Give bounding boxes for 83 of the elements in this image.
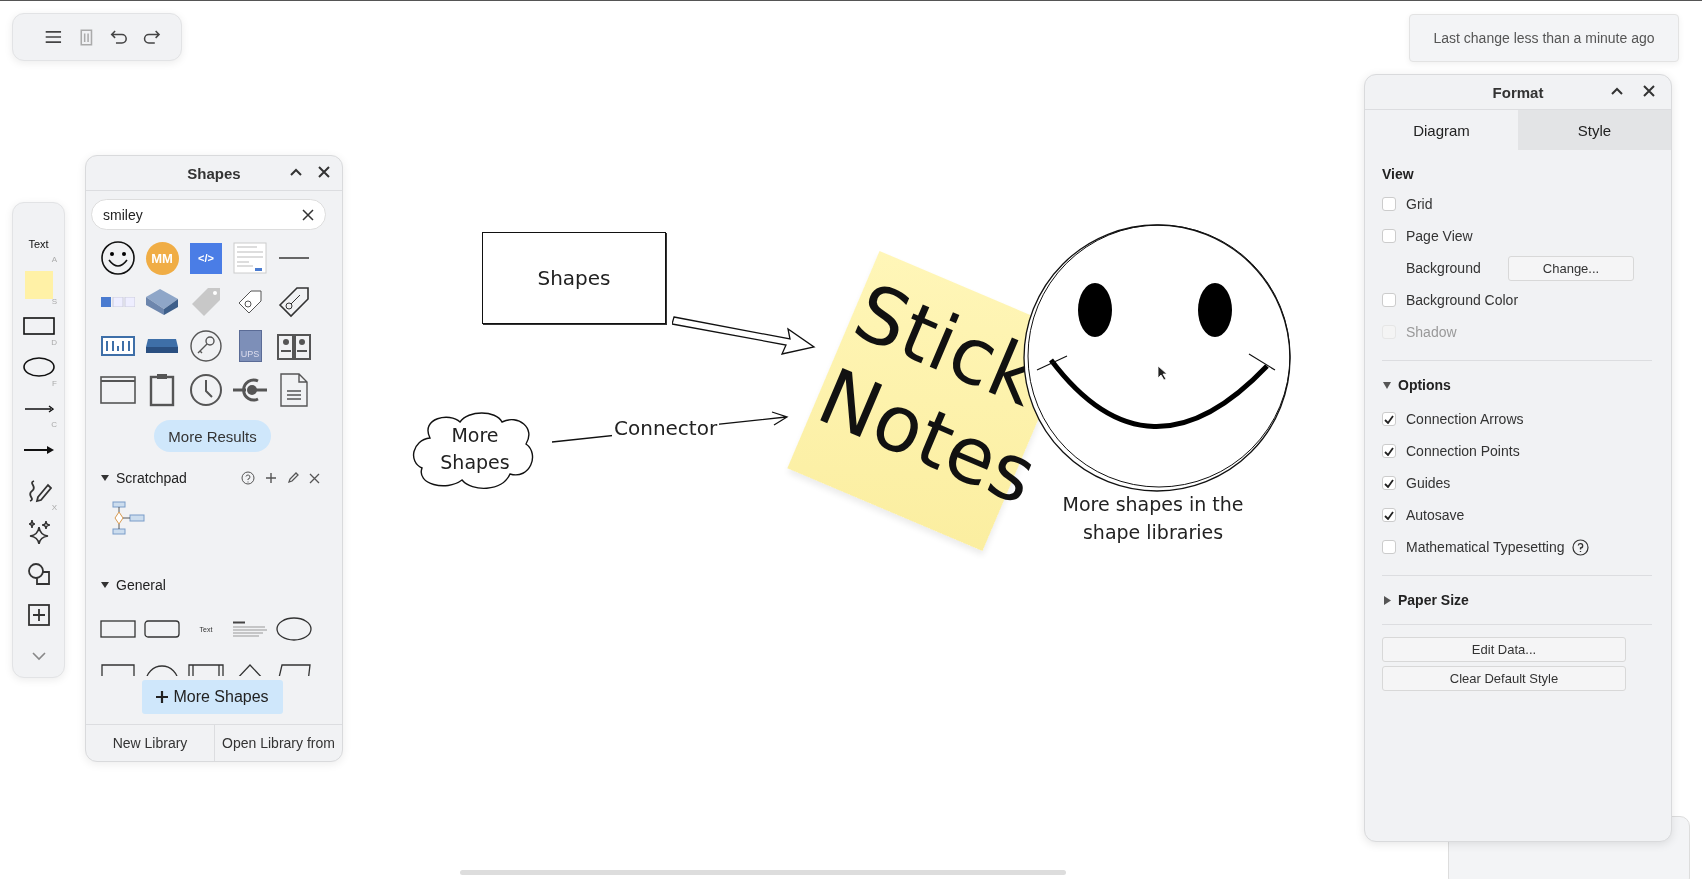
key-tag-icon[interactable] — [277, 285, 311, 319]
close-icon[interactable] — [1643, 85, 1655, 97]
help-icon[interactable] — [1571, 538, 1589, 556]
browser-window-icon[interactable] — [100, 376, 136, 404]
ellipse-tool[interactable] — [22, 357, 55, 378]
clipboard-icon[interactable] — [149, 373, 175, 407]
checkbox-label: Connection Points — [1406, 443, 1520, 459]
panel-button[interactable]: Edit Data... — [1382, 637, 1626, 662]
chevron-down-icon[interactable] — [31, 651, 46, 661]
rectangle-shape-icon[interactable] — [100, 620, 136, 639]
shortcut-key: A — [51, 255, 57, 265]
shortcut-key: X — [51, 502, 57, 512]
shapes-icon[interactable] — [26, 561, 51, 586]
plus-icon — [156, 691, 169, 703]
clear-icon[interactable] — [302, 209, 314, 221]
clock-icon[interactable] — [189, 373, 223, 407]
last-change-text: Last change less than a minute ago — [1433, 30, 1655, 46]
close-icon[interactable] — [309, 472, 320, 484]
checkbox[interactable] — [1382, 197, 1396, 211]
checkbox-label: Shadow — [1406, 324, 1457, 340]
checkbox-label: Connection Arrows — [1406, 411, 1524, 427]
close-icon[interactable] — [318, 166, 330, 178]
checkbox[interactable] — [1382, 508, 1396, 522]
section-toggle-icon[interactable] — [100, 474, 110, 483]
library-button[interactable]: Open Library from — [214, 725, 342, 761]
flowchart-thumbnail[interactable] — [112, 500, 146, 535]
mouse-pointer-icon — [1157, 365, 1169, 381]
section-heading: View — [1382, 166, 1415, 182]
scroll-bar[interactable] — [460, 870, 1066, 875]
address-book-icon[interactable] — [276, 331, 312, 361]
section-toggle-icon[interactable] — [100, 580, 110, 589]
rounded-rectangle-icon[interactable] — [144, 620, 180, 639]
collapse-icon[interactable] — [290, 168, 302, 176]
line-icon[interactable] — [278, 256, 310, 260]
shortcut-key: D — [51, 337, 57, 347]
checkbox[interactable] — [1382, 444, 1396, 458]
arrow-tool[interactable] — [22, 444, 55, 455]
panel-title: Shapes — [187, 164, 241, 182]
rack-icon[interactable] — [101, 336, 135, 356]
section-title[interactable]: Scratchpad — [116, 470, 187, 487]
checkbox-label: Page View — [1406, 228, 1473, 244]
checkbox[interactable] — [1382, 229, 1396, 243]
smiley-icon[interactable] — [100, 240, 136, 276]
search-field[interactable]: smiley — [91, 199, 326, 230]
ellipse-shape-icon[interactable] — [276, 617, 312, 642]
checkbox-label: Autosave — [1406, 507, 1465, 523]
checkbox[interactable] — [1382, 476, 1396, 490]
pagination-icon[interactable] — [101, 297, 135, 307]
section-toggle-icon[interactable] — [1382, 595, 1392, 605]
background-label: Background — [1406, 260, 1482, 276]
checkbox[interactable] — [1382, 540, 1396, 554]
change-button[interactable]: Change... — [1508, 255, 1634, 281]
section-heading[interactable]: Options — [1398, 377, 1451, 393]
checkbox-label: Mathematical Typesetting — [1406, 539, 1565, 555]
panel-button[interactable]: Clear Default Style — [1382, 666, 1626, 691]
checkbox[interactable] — [1382, 412, 1396, 426]
document-icon[interactable] — [280, 373, 308, 407]
section-toggle-icon[interactable] — [1382, 380, 1392, 390]
checkbox-label: Background Color — [1406, 292, 1519, 308]
text-tool[interactable]: Text — [28, 237, 49, 250]
checkbox-label: Guides — [1406, 475, 1451, 491]
rectangle-tool[interactable] — [22, 317, 55, 336]
section-title[interactable]: General — [116, 576, 166, 593]
rectangle-shape: Shapes — [482, 232, 666, 324]
insert-icon[interactable] — [27, 604, 50, 626]
add-icon[interactable] — [265, 472, 277, 485]
plug-icon[interactable] — [232, 377, 268, 403]
code-tile[interactable]: </> — [190, 242, 222, 274]
cloud-label: More Shapes — [439, 423, 511, 475]
panel-title: Format — [1492, 83, 1544, 101]
checkbox-label: Grid — [1406, 196, 1433, 212]
checkbox[interactable] — [1382, 293, 1396, 307]
key-icon[interactable] — [189, 329, 223, 363]
library-button[interactable]: New Library — [86, 725, 214, 761]
section-heading[interactable]: Paper Size — [1398, 592, 1469, 608]
more-shapes-button[interactable]: More Shapes — [142, 680, 283, 714]
server-icon[interactable] — [144, 287, 180, 317]
panel-tab[interactable]: Style — [1518, 110, 1671, 150]
edit-icon[interactable] — [287, 472, 299, 485]
line-tool[interactable] — [23, 404, 54, 413]
heading-shape-icon[interactable] — [233, 621, 267, 638]
collapse-icon[interactable] — [1611, 87, 1623, 95]
more-results-button[interactable]: More Results — [154, 420, 271, 452]
